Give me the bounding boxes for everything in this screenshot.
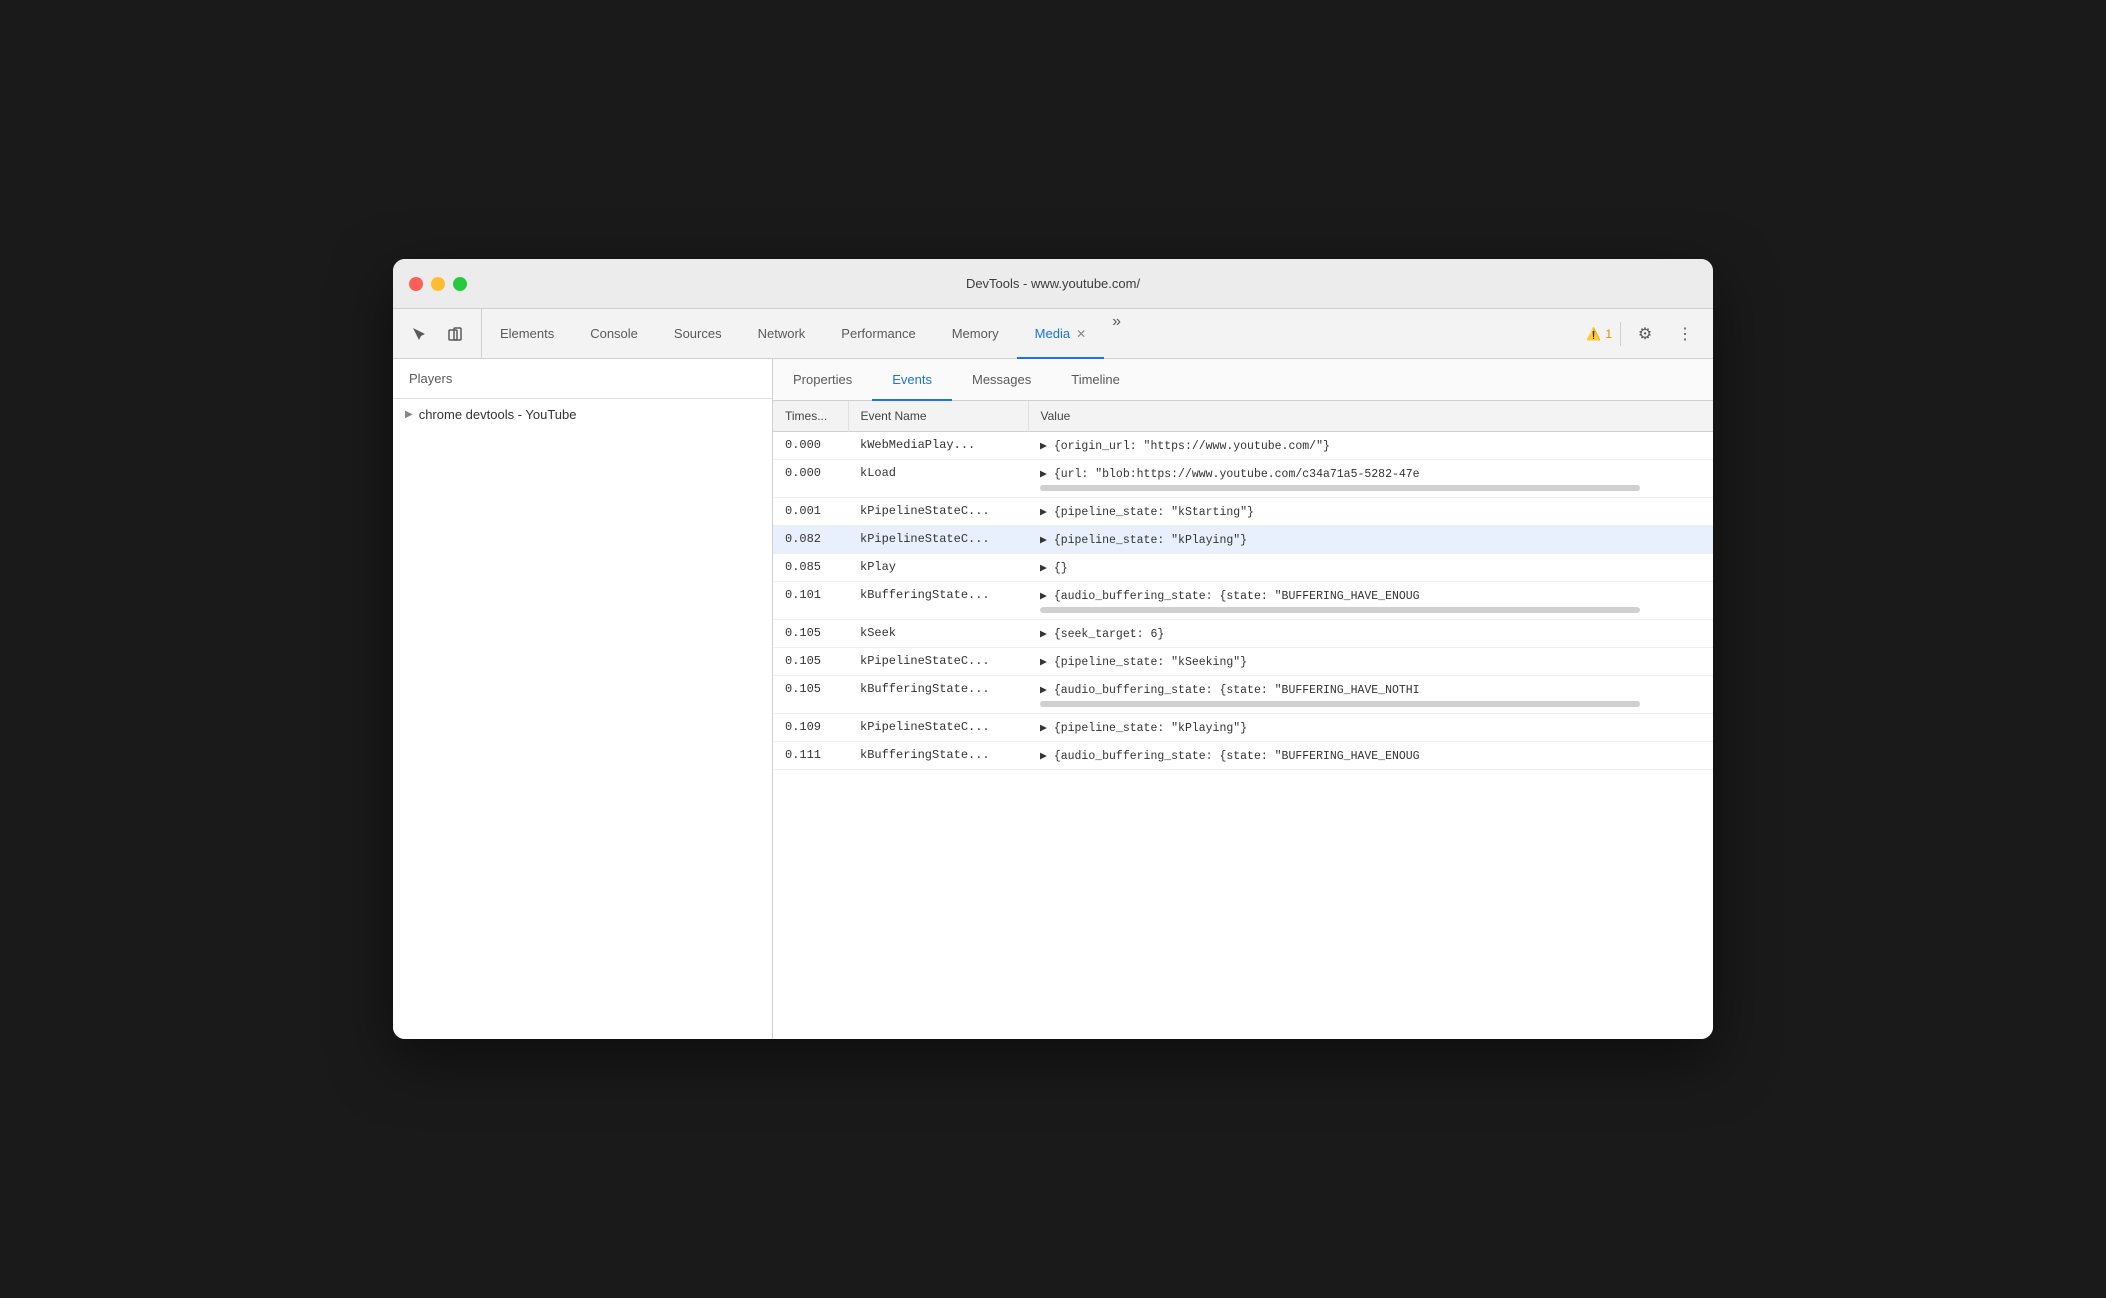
- sidebar-item-label: chrome devtools - YouTube: [419, 407, 577, 422]
- table-row[interactable]: 0.000kWebMediaPlay...▶ {origin_url: "htt…: [773, 432, 1713, 460]
- sub-tab-messages[interactable]: Messages: [952, 360, 1051, 401]
- cell-event: kWebMediaPlay...: [848, 432, 1028, 460]
- cell-event: kBufferingState...: [848, 582, 1028, 620]
- sub-tab-timeline[interactable]: Timeline: [1051, 360, 1140, 401]
- col-header-value[interactable]: Value: [1028, 401, 1713, 432]
- table-row[interactable]: 0.105kPipelineStateC...▶ {pipeline_state…: [773, 648, 1713, 676]
- main-panel: Properties Events Messages Timeline Ti: [773, 359, 1713, 1039]
- cell-timestamp: 0.000: [773, 432, 848, 460]
- cell-timestamp: 0.105: [773, 648, 848, 676]
- table-row[interactable]: 0.085kPlay▶ {}: [773, 554, 1713, 582]
- cell-event: kSeek: [848, 620, 1028, 648]
- close-button[interactable]: [409, 277, 423, 291]
- table-row[interactable]: 0.001kPipelineStateC...▶ {pipeline_state…: [773, 498, 1713, 526]
- cell-event: kPipelineStateC...: [848, 526, 1028, 554]
- warning-icon: ⚠️: [1586, 327, 1601, 341]
- warning-count: 1: [1605, 327, 1612, 341]
- cell-timestamp: 0.082: [773, 526, 848, 554]
- cell-value: ▶ {url: "blob:https://www.youtube.com/c3…: [1028, 460, 1713, 498]
- sub-tab-bar: Properties Events Messages Timeline: [773, 359, 1713, 401]
- cell-timestamp: 0.105: [773, 676, 848, 714]
- maximize-button[interactable]: [453, 277, 467, 291]
- titlebar: DevTools - www.youtube.com/: [393, 259, 1713, 309]
- col-header-timestamp[interactable]: Times...: [773, 401, 848, 432]
- table-row[interactable]: 0.105kSeek▶ {seek_target: 6}: [773, 620, 1713, 648]
- window-controls: [409, 277, 467, 291]
- tab-network[interactable]: Network: [740, 310, 824, 359]
- devtools-window: DevTools - www.youtube.com/ Elements Con…: [393, 259, 1713, 1039]
- cell-event: kLoad: [848, 460, 1028, 498]
- main-tab-bar: Elements Console Sources Network Perform…: [482, 309, 1574, 358]
- more-tabs-button[interactable]: »: [1104, 309, 1129, 358]
- cell-event: kPipelineStateC...: [848, 498, 1028, 526]
- chevron-right-icon: ▶: [405, 409, 413, 420]
- table-row[interactable]: 0.101kBufferingState...▶ {audio_bufferin…: [773, 582, 1713, 620]
- divider: [1620, 322, 1621, 346]
- settings-button[interactable]: ⚙: [1629, 318, 1661, 350]
- sub-tab-properties[interactable]: Properties: [773, 360, 872, 401]
- cell-value: ▶ {pipeline_state: "kSeeking"}: [1028, 648, 1713, 676]
- cell-event: kBufferingState...: [848, 676, 1028, 714]
- events-table-container[interactable]: Times... Event Name Value 0.000kWebMedia…: [773, 401, 1713, 1039]
- table-row[interactable]: 0.082kPipelineStateC...▶ {pipeline_state…: [773, 526, 1713, 554]
- tab-console[interactable]: Console: [572, 310, 656, 359]
- tab-memory[interactable]: Memory: [934, 310, 1017, 359]
- table-header-row: Times... Event Name Value: [773, 401, 1713, 432]
- sidebar-header: Players: [393, 359, 772, 399]
- warning-badge[interactable]: ⚠️ 1: [1586, 327, 1612, 341]
- cell-event: kBufferingState...: [848, 742, 1028, 770]
- cell-timestamp: 0.109: [773, 714, 848, 742]
- toolbar-icon-group: [393, 309, 482, 358]
- table-row[interactable]: 0.105kBufferingState...▶ {audio_bufferin…: [773, 676, 1713, 714]
- cell-value: ▶ {pipeline_state: "kStarting"}: [1028, 498, 1713, 526]
- window-title: DevTools - www.youtube.com/: [966, 276, 1140, 291]
- table-row[interactable]: 0.109kPipelineStateC...▶ {pipeline_state…: [773, 714, 1713, 742]
- cell-event: kPipelineStateC...: [848, 714, 1028, 742]
- cell-event: kPipelineStateC...: [848, 648, 1028, 676]
- sidebar: Players ▶ chrome devtools - YouTube: [393, 359, 773, 1039]
- events-table: Times... Event Name Value 0.000kWebMedia…: [773, 401, 1713, 770]
- cell-value: ▶ {}: [1028, 554, 1713, 582]
- more-options-button[interactable]: ⋮: [1669, 318, 1701, 350]
- device-toolbar-button[interactable]: [439, 318, 471, 350]
- cell-value: ▶ {origin_url: "https://www.youtube.com/…: [1028, 432, 1713, 460]
- sub-tab-events[interactable]: Events: [872, 360, 952, 401]
- cell-timestamp: 0.101: [773, 582, 848, 620]
- cell-value: ▶ {audio_buffering_state: {state: "BUFFE…: [1028, 742, 1713, 770]
- content-area: Players ▶ chrome devtools - YouTube Prop…: [393, 359, 1713, 1039]
- cell-value: ▶ {audio_buffering_state: {state: "BUFFE…: [1028, 582, 1713, 620]
- cell-timestamp: 0.111: [773, 742, 848, 770]
- cell-value: ▶ {seek_target: 6}: [1028, 620, 1713, 648]
- tab-sources[interactable]: Sources: [656, 310, 740, 359]
- tab-elements[interactable]: Elements: [482, 310, 572, 359]
- col-header-event[interactable]: Event Name: [848, 401, 1028, 432]
- tab-media-close[interactable]: ✕: [1076, 327, 1086, 341]
- tab-performance[interactable]: Performance: [823, 310, 933, 359]
- minimize-button[interactable]: [431, 277, 445, 291]
- table-row[interactable]: 0.000kLoad▶ {url: "blob:https://www.yout…: [773, 460, 1713, 498]
- cell-event: kPlay: [848, 554, 1028, 582]
- cell-timestamp: 0.105: [773, 620, 848, 648]
- tab-media[interactable]: Media ✕: [1017, 310, 1104, 359]
- cell-timestamp: 0.000: [773, 460, 848, 498]
- cell-value: ▶ {pipeline_state: "kPlaying"}: [1028, 526, 1713, 554]
- devtools-toolbar: Elements Console Sources Network Perform…: [393, 309, 1713, 359]
- cell-timestamp: 0.001: [773, 498, 848, 526]
- table-row[interactable]: 0.111kBufferingState...▶ {audio_bufferin…: [773, 742, 1713, 770]
- cell-value: ▶ {audio_buffering_state: {state: "BUFFE…: [1028, 676, 1713, 714]
- toolbar-right: ⚠️ 1 ⚙ ⋮: [1574, 309, 1713, 358]
- select-tool-button[interactable]: [403, 318, 435, 350]
- sidebar-item-youtube[interactable]: ▶ chrome devtools - YouTube: [393, 399, 772, 430]
- cell-value: ▶ {pipeline_state: "kPlaying"}: [1028, 714, 1713, 742]
- cell-timestamp: 0.085: [773, 554, 848, 582]
